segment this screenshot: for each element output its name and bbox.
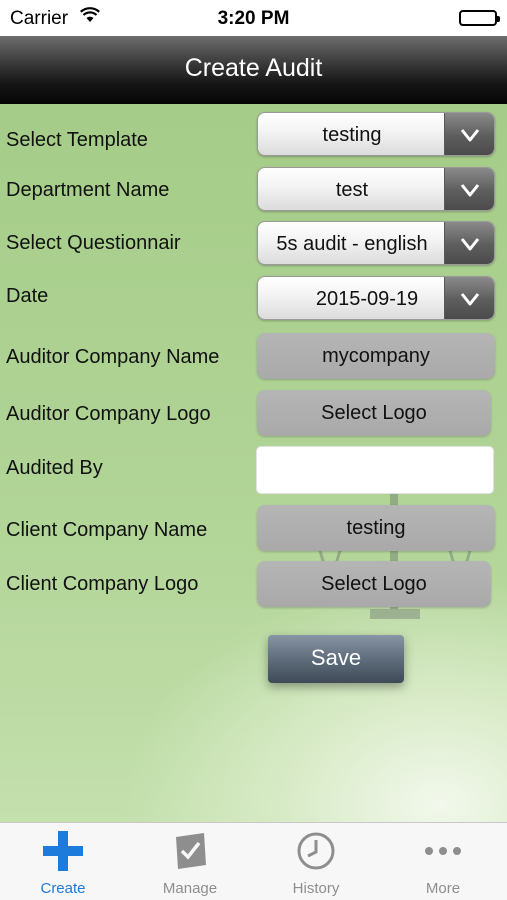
select-template-value: testing — [322, 124, 382, 146]
chevron-down-icon[interactable] — [444, 222, 494, 264]
client-company-logo-label: Client Company Logo — [6, 573, 199, 595]
audited-by-input[interactable] — [256, 446, 494, 494]
select-template-dropdown[interactable]: testing — [257, 112, 495, 156]
tab-manage-label: Manage — [162, 880, 218, 897]
client-select-logo-button[interactable]: Select Logo — [257, 561, 491, 607]
clock-icon — [297, 832, 335, 870]
navigation-bar: Create Audit — [0, 36, 507, 104]
date-value: 2015-09-19 — [315, 288, 419, 310]
clock-time: 3:20 PM — [217, 8, 290, 29]
plus-icon — [43, 831, 83, 871]
auditor-select-logo-button[interactable]: Select Logo — [257, 390, 491, 436]
select-template-label: Select Template — [6, 129, 148, 151]
tab-bar: Create Manage History More — [0, 822, 507, 900]
tab-more-label: More — [425, 880, 461, 897]
clipboard-check-icon — [176, 833, 206, 869]
tab-create[interactable]: Create — [0, 823, 126, 900]
select-questionnaire-value: 5s audit - english — [276, 233, 428, 255]
save-button[interactable]: Save — [268, 635, 404, 683]
client-company-name-label: Client Company Name — [6, 519, 208, 541]
battery-icon — [459, 10, 500, 26]
select-questionnaire-dropdown[interactable]: 5s audit - english — [257, 221, 495, 265]
select-questionnaire-label: Select Questionnair — [6, 232, 181, 254]
tab-create-label: Create — [40, 880, 86, 897]
department-name-value: test — [335, 179, 369, 201]
chevron-down-icon[interactable] — [444, 113, 494, 155]
tab-manage[interactable]: Manage — [127, 823, 253, 900]
auditor-company-logo-label: Auditor Company Logo — [6, 403, 211, 425]
tab-history[interactable]: History — [253, 823, 379, 900]
auditor-company-name-label: Auditor Company Name — [6, 346, 220, 368]
page-title: Create Audit — [184, 54, 323, 82]
date-label: Date — [6, 285, 49, 307]
date-picker[interactable]: 2015-09-19 — [257, 276, 495, 320]
department-name-dropdown[interactable]: test — [257, 167, 495, 211]
tab-more[interactable]: More — [380, 823, 506, 900]
client-company-name-field[interactable]: testing — [257, 505, 495, 551]
more-dots-icon — [425, 847, 461, 855]
auditor-company-name-field[interactable]: mycompany — [257, 333, 495, 379]
chevron-down-icon[interactable] — [444, 277, 494, 319]
chevron-down-icon[interactable] — [444, 168, 494, 210]
audited-by-label: Audited By — [6, 457, 103, 479]
tab-history-label: History — [292, 880, 340, 897]
status-bar: Carrier 3:20 PM — [0, 0, 507, 36]
create-audit-form: Select Template testing Department Name … — [0, 104, 507, 822]
department-name-label: Department Name — [6, 179, 170, 201]
